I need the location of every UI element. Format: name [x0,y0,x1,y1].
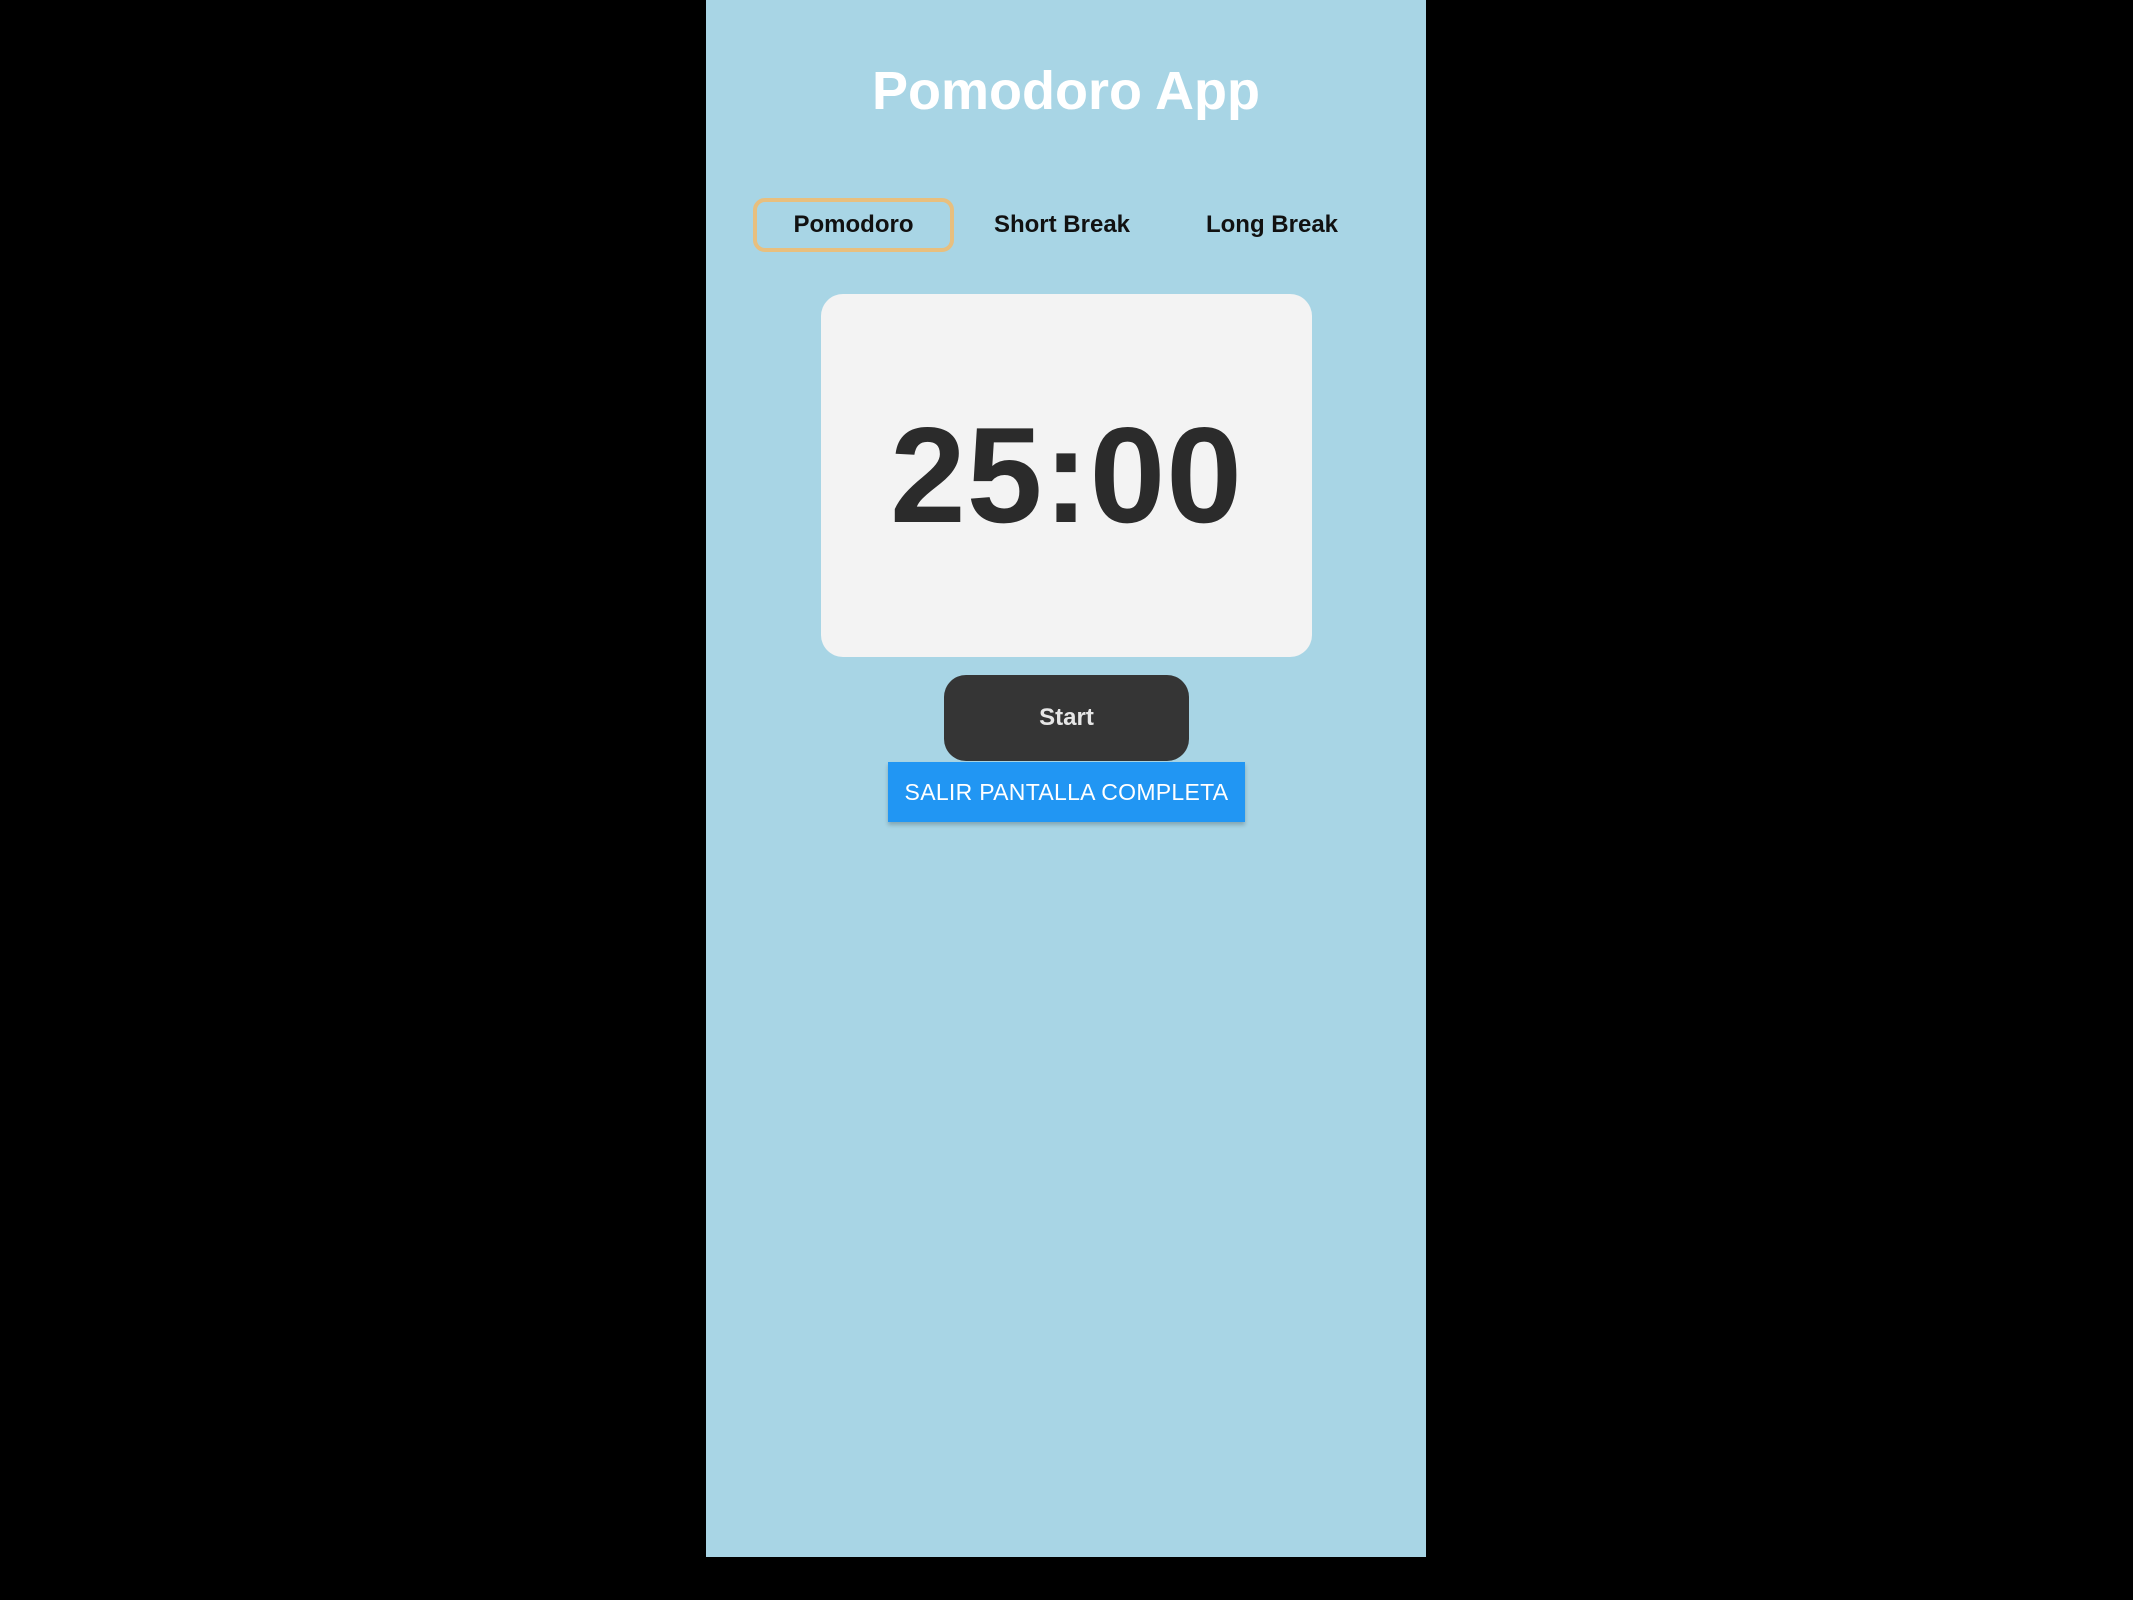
tab-pomodoro[interactable]: Pomodoro [753,198,954,252]
app-title: Pomodoro App [872,61,1260,121]
mode-tabs: Pomodoro Short Break Long Break [706,198,1426,258]
app-panel: Pomodoro App Pomodoro Short Break Long B… [706,0,1426,1557]
tab-long-break[interactable]: Long Break [1172,198,1372,252]
tab-short-break[interactable]: Short Break [962,198,1162,252]
timer-display: 25:00 [890,399,1243,551]
start-button[interactable]: Start [944,675,1189,761]
screen: Pomodoro App Pomodoro Short Break Long B… [0,0,2133,1600]
timer-card: 25:00 [821,294,1312,657]
exit-fullscreen-button[interactable]: SALIR PANTALLA COMPLETA [888,762,1245,822]
